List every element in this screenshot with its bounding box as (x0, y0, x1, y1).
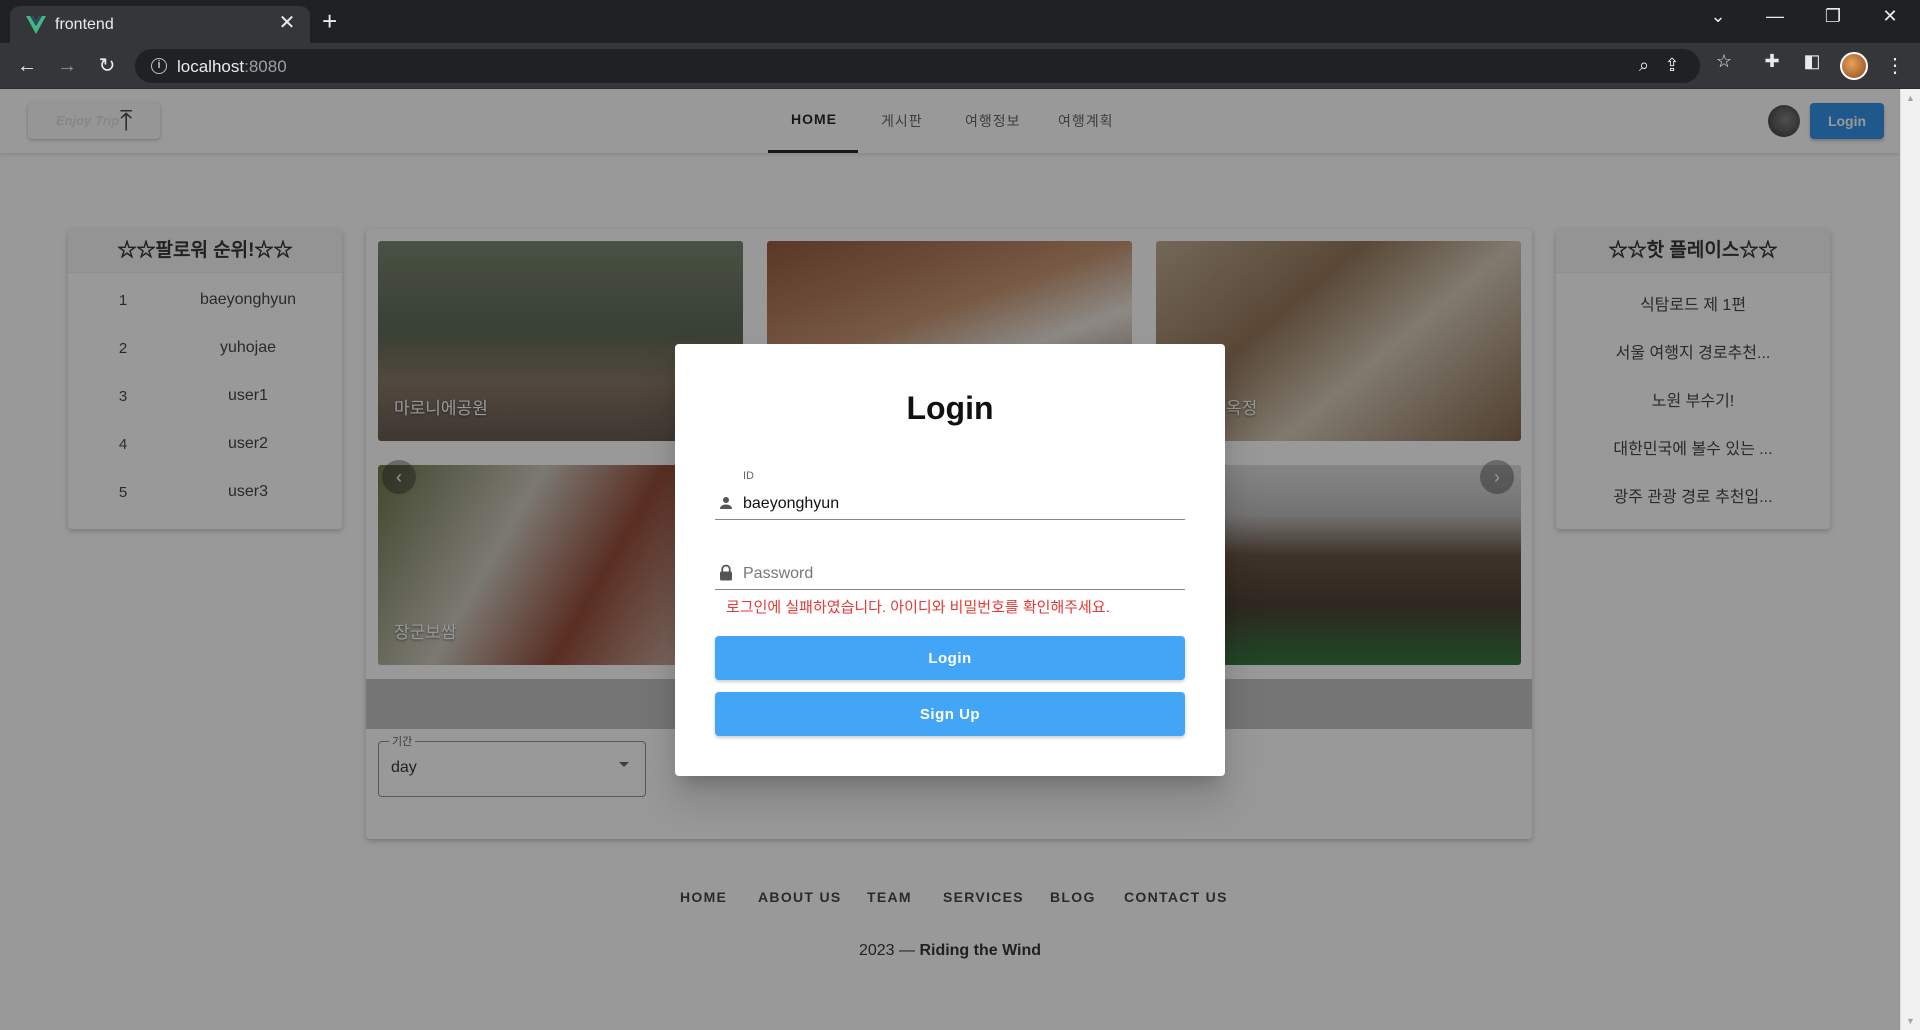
bookmark-star-icon[interactable]: ☆ (1712, 51, 1736, 72)
forward-icon[interactable]: → (52, 51, 82, 81)
account-icon (720, 497, 732, 509)
id-field[interactable]: ID (715, 470, 1185, 520)
zoom-icon[interactable]: ⌕ (1632, 55, 1656, 76)
address-bar-row: ← → ↻ i localhost:8080 ⌕ ⇪ ☆ ✚ ◧ ⋮ (0, 43, 1920, 89)
browser-tab[interactable]: frontend ✕ (10, 6, 310, 43)
url-text[interactable]: localhost:8080 (177, 57, 287, 77)
id-input[interactable] (743, 495, 1173, 513)
id-field-label: ID (743, 470, 754, 482)
tab-search-icon[interactable]: ⌄ (1703, 6, 1733, 27)
close-tab-icon[interactable]: ✕ (276, 12, 298, 34)
scroll-down-icon[interactable]: ▼ (1906, 1016, 1915, 1026)
password-input[interactable] (743, 565, 1173, 583)
login-button[interactable]: Login (715, 636, 1185, 680)
password-field[interactable] (715, 540, 1185, 590)
share-icon[interactable]: ⇪ (1660, 55, 1684, 76)
omnibox[interactable]: i localhost:8080 ⌕ ⇪ (135, 49, 1700, 83)
login-dialog: Login ID 로그인에 실패하였습니다. 아이디와 비밀번호를 확인해주세요… (675, 344, 1225, 776)
browser-menu-icon[interactable]: ⋮ (1885, 53, 1905, 78)
reload-icon[interactable]: ↻ (92, 51, 122, 81)
browser-tab-strip: frontend ✕ + ⌄ — ❐ ✕ (0, 0, 1920, 43)
back-icon[interactable]: ← (12, 51, 42, 81)
minimize-icon[interactable]: — (1760, 6, 1790, 27)
page-scrollbar[interactable]: ▲ ▼ (1900, 89, 1920, 1030)
site-info-icon[interactable]: i (151, 58, 167, 74)
login-title: Login (906, 390, 994, 426)
tab-title: frontend (55, 16, 114, 33)
vue-logo-icon (26, 16, 46, 34)
lock-icon (720, 564, 732, 581)
page-viewport: Enjoy Trip ⤒ HOME 게시판 여행정보 여행계획 Login ☆☆… (0, 89, 1900, 1030)
profile-avatar[interactable] (1840, 52, 1868, 80)
extensions-icon[interactable]: ✚ (1760, 51, 1784, 72)
scroll-up-icon[interactable]: ▲ (1906, 93, 1915, 103)
side-panel-icon[interactable]: ◧ (1800, 51, 1824, 72)
login-error-message: 로그인에 실패하였습니다. 아이디와 비밀번호를 확인해주세요. (726, 599, 1110, 616)
close-window-icon[interactable]: ✕ (1875, 6, 1905, 27)
restore-icon[interactable]: ❐ (1818, 6, 1848, 27)
new-tab-icon[interactable]: + (322, 8, 337, 34)
signup-button[interactable]: Sign Up (715, 692, 1185, 736)
